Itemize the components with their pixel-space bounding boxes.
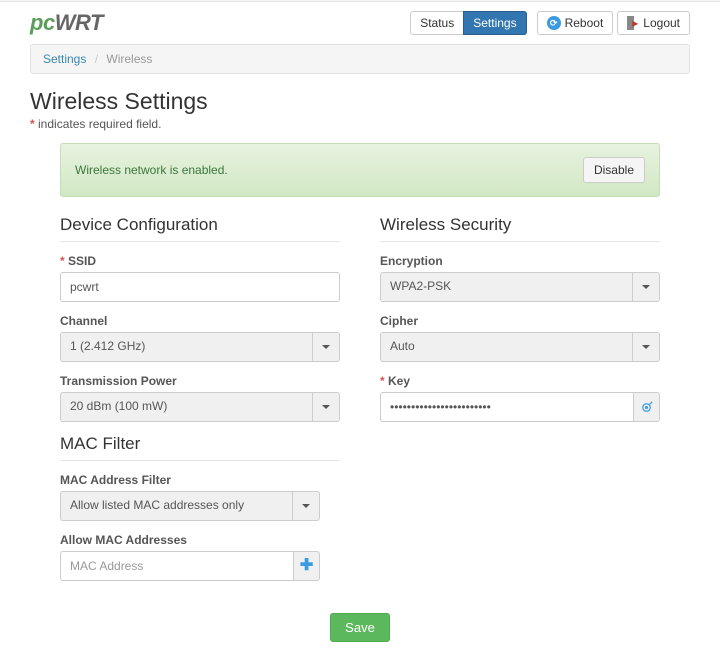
mac-filter-value: Allow listed MAC addresses only [60, 491, 292, 521]
breadcrumb: Settings / Wireless [30, 44, 690, 74]
ssid-label: * SSID [60, 254, 340, 268]
logo: pcWRT [30, 10, 103, 36]
reboot-icon: ⟳ [547, 16, 561, 30]
chevron-down-icon [642, 345, 650, 349]
alert-message: Wireless network is enabled. [75, 163, 228, 177]
chevron-down-icon [642, 285, 650, 289]
required-note: * indicates required field. [30, 117, 690, 131]
add-mac-button[interactable]: ✚ [293, 551, 320, 581]
mac-filter-label: MAC Address Filter [60, 473, 340, 487]
logout-label: Logout [643, 16, 680, 30]
cipher-value: Auto [380, 332, 632, 362]
logout-icon [627, 16, 639, 30]
breadcrumb-sep: / [95, 52, 98, 66]
wireless-security-heading: Wireless Security [380, 215, 660, 242]
chevron-down-icon [322, 345, 330, 349]
mac-filter-select[interactable]: Allow listed MAC addresses only [60, 491, 320, 521]
header: pcWRT Status Settings ⟳ Reboot Logout [30, 10, 690, 36]
eye-icon [639, 400, 654, 415]
disable-button[interactable]: Disable [583, 157, 645, 183]
cipher-caret[interactable] [632, 332, 660, 362]
tx-power-value: 20 dBm (100 mW) [60, 392, 312, 422]
page-title: Wireless Settings [30, 88, 690, 115]
cipher-label: Cipher [380, 314, 660, 328]
nav-settings-button[interactable]: Settings [463, 11, 526, 35]
show-password-button[interactable] [633, 392, 660, 422]
logo-pc: pc [30, 10, 55, 35]
tx-power-select[interactable]: 20 dBm (100 mW) [60, 392, 340, 422]
logout-button[interactable]: Logout [617, 11, 690, 35]
status-alert: Wireless network is enabled. Disable [60, 143, 660, 197]
mac-filter-heading: MAC Filter [60, 434, 340, 461]
save-button[interactable]: Save [330, 613, 390, 642]
encryption-caret[interactable] [632, 272, 660, 302]
device-config-heading: Device Configuration [60, 215, 340, 242]
key-input[interactable] [380, 392, 633, 422]
tx-power-label: Transmission Power [60, 374, 340, 388]
chevron-down-icon [302, 504, 310, 508]
ssid-input[interactable] [60, 272, 340, 302]
mac-address-input[interactable] [60, 551, 293, 581]
reboot-button[interactable]: ⟳ Reboot [537, 11, 614, 35]
chevron-down-icon [322, 405, 330, 409]
channel-caret[interactable] [312, 332, 340, 362]
encryption-select[interactable]: WPA2-PSK [380, 272, 660, 302]
tx-power-caret[interactable] [312, 392, 340, 422]
logo-wrt: WRT [55, 10, 103, 35]
required-note-text: indicates required field. [38, 117, 161, 131]
cipher-select[interactable]: Auto [380, 332, 660, 362]
channel-value: 1 (2.412 GHz) [60, 332, 312, 362]
mac-filter-caret[interactable] [292, 491, 320, 521]
reboot-label: Reboot [565, 16, 604, 30]
breadcrumb-settings[interactable]: Settings [43, 52, 86, 66]
allow-mac-label: Allow MAC Addresses [60, 533, 340, 547]
channel-label: Channel [60, 314, 340, 328]
encryption-value: WPA2-PSK [380, 272, 632, 302]
plus-icon: ✚ [300, 558, 313, 574]
key-label: * Key [380, 374, 660, 388]
nav-status-button[interactable]: Status [410, 11, 464, 35]
channel-select[interactable]: 1 (2.412 GHz) [60, 332, 340, 362]
encryption-label: Encryption [380, 254, 660, 268]
breadcrumb-wireless: Wireless [106, 52, 152, 66]
